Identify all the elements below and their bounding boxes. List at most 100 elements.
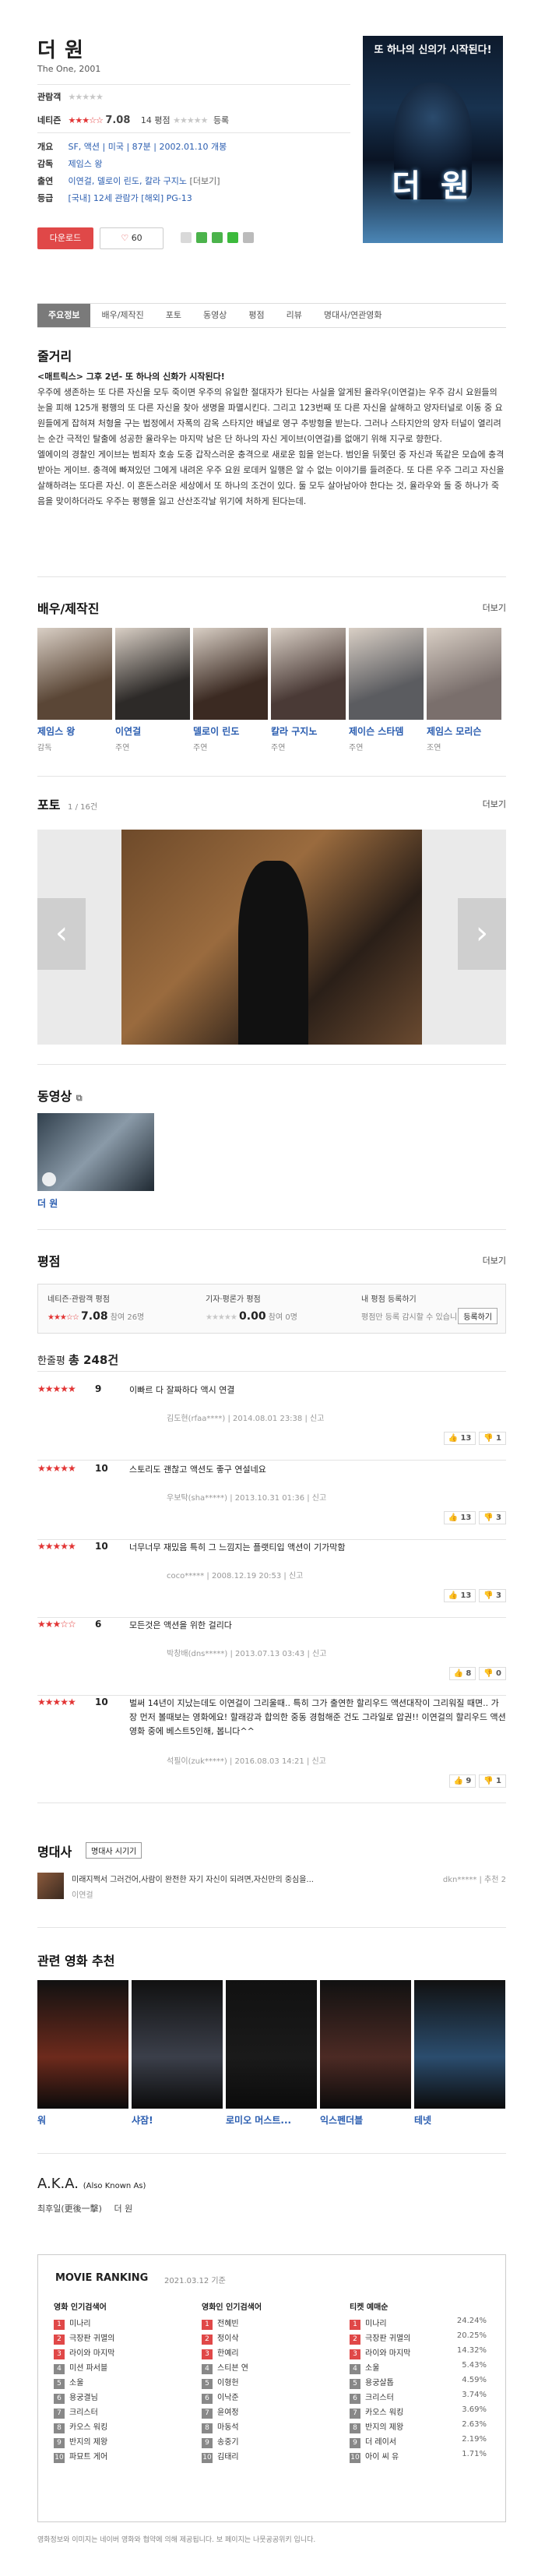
director-link[interactable]: 제임스 왕	[69, 159, 103, 169]
cast-photo[interactable]	[37, 628, 112, 720]
photo-more-link[interactable]: 더보기	[483, 798, 506, 810]
related-poster[interactable]	[414, 1980, 505, 2109]
rank-title[interactable]: 극장판 귀멸의	[365, 2335, 410, 2343]
rank-title[interactable]: 윤여정	[217, 2409, 239, 2417]
ranking-row[interactable]: 10 아이 씨 유 1.71%	[350, 2450, 490, 2465]
related-item[interactable]: 로미오 머스트...	[226, 1980, 317, 2127]
rank-title[interactable]: 더 레이서	[365, 2438, 396, 2447]
ranking-row[interactable]: 3 라이와 마지막	[54, 2346, 194, 2361]
next-arrow-icon[interactable]: ›	[458, 898, 506, 970]
ranking-row[interactable]: 9 더 레이서 2.19%	[350, 2435, 490, 2450]
play-icon[interactable]	[42, 1172, 56, 1186]
photo-main-image[interactable]	[121, 830, 422, 1045]
rank-title[interactable]: 용궁결님	[69, 2394, 98, 2402]
ranking-row[interactable]: 7 카오스 워킹 3.69%	[350, 2405, 490, 2420]
video-item-title[interactable]: 더 원	[37, 1196, 58, 1210]
rank-title[interactable]: 라이와 마지막	[69, 2349, 114, 2358]
ranking-row[interactable]: 2 정이삭	[202, 2331, 342, 2346]
downvote-button[interactable]: 👎 1	[479, 1432, 506, 1445]
related-poster[interactable]	[37, 1980, 128, 2109]
cast-item[interactable]: 델로이 린도 주연	[193, 628, 268, 752]
rank-title[interactable]: 반지의 제왕	[365, 2423, 403, 2432]
quote-item[interactable]: 미래지쩍서 그러건어,사람이 완전한 자기 자신이 되려면,자신만의 중심을..…	[37, 1871, 506, 1905]
upvote-button[interactable]: 👍 13	[443, 1432, 476, 1445]
cast-more-link[interactable]: [더보기]	[190, 176, 220, 186]
share-icon[interactable]	[181, 232, 192, 243]
rank-title[interactable]: 송중기	[217, 2438, 239, 2447]
ranking-row[interactable]: 9 송중기	[202, 2435, 342, 2450]
tab-main-info[interactable]: 주요정보	[37, 304, 91, 327]
ranking-row[interactable]: 10 파묘트 게어	[54, 2450, 194, 2465]
movie-poster[interactable]: 또 하나의 신의가 시작된다! 더 원	[363, 36, 503, 243]
rank-title[interactable]: 크리스터	[365, 2394, 394, 2402]
cast-photo[interactable]	[193, 628, 268, 720]
rank-title[interactable]: 마동석	[217, 2423, 239, 2432]
upvote-button[interactable]: 👍 9	[448, 1774, 476, 1788]
downvote-button[interactable]: 👎 1	[479, 1774, 506, 1788]
upvote-button[interactable]: 👍 13	[443, 1511, 476, 1524]
cast-item[interactable]: 이연걸 주연	[115, 628, 190, 752]
link-icon[interactable]	[243, 232, 254, 243]
cast-name[interactable]: 제임스 왕	[37, 724, 112, 738]
rank-title[interactable]: 김태리	[217, 2453, 239, 2461]
downvote-button[interactable]: 👎 0	[479, 1667, 506, 1680]
ranking-row[interactable]: 6 크리스터 3.74%	[350, 2391, 490, 2405]
tab-photo[interactable]: 포토	[155, 304, 192, 327]
ranking-row[interactable]: 1 미나리	[54, 2317, 194, 2331]
review-meta[interactable]: 우보탁(sha*****) | 2013.10.31 01:36 | 신고	[167, 1491, 326, 1503]
review-meta[interactable]: 김도현(rfaa****) | 2014.08.01 23:38 | 신고	[167, 1411, 324, 1423]
upvote-button[interactable]: 👍 8	[448, 1667, 476, 1680]
rank-title[interactable]: 카오스 워킹	[69, 2423, 107, 2432]
ranking-row[interactable]: 10 김태리	[202, 2450, 342, 2465]
band-icon[interactable]	[212, 232, 223, 243]
naver-icon[interactable]	[196, 232, 207, 243]
related-title[interactable]: 테넷	[414, 2113, 505, 2127]
cast-item[interactable]: 제이슨 스타뎀 주연	[349, 628, 424, 752]
ranking-row[interactable]: 2 극장판 귀멸의 20.25%	[350, 2331, 490, 2346]
related-poster[interactable]	[132, 1980, 223, 2109]
cast-name[interactable]: 칼라 구지노	[271, 724, 346, 738]
cast-item[interactable]: 제임스 모리슨 조연	[427, 628, 501, 752]
tab-quotes[interactable]: 명대사/연관영화	[313, 304, 393, 327]
ranking-row[interactable]: 5 용궁살톱 4.59%	[350, 2376, 490, 2391]
tab-rating[interactable]: 평점	[237, 304, 275, 327]
line-icon[interactable]	[227, 232, 238, 243]
ranking-row[interactable]: 1 전혜빈	[202, 2317, 342, 2331]
rank-title[interactable]: 파묘트 게어	[69, 2453, 107, 2461]
cast-name[interactable]: 델로이 린도	[193, 724, 268, 738]
rank-title[interactable]: 용궁살톱	[365, 2379, 394, 2387]
rank-title[interactable]: 라이와 마지막	[365, 2349, 410, 2358]
ranking-row[interactable]: 2 극장판 귀멸의	[54, 2331, 194, 2346]
related-title[interactable]: 워	[37, 2113, 128, 2127]
rank-title[interactable]: 미나리	[365, 2320, 387, 2328]
ranking-row[interactable]: 8 반지의 제왕 2.63%	[350, 2420, 490, 2435]
rank-title[interactable]: 정이삭	[217, 2335, 239, 2343]
review-meta[interactable]: coco***** | 2008.12.19 20:53 | 신고	[167, 1569, 303, 1580]
rank-title[interactable]: 카오스 워킹	[365, 2409, 403, 2417]
related-title[interactable]: 샤잠!	[132, 2113, 223, 2127]
rating-more-link[interactable]: 더보기	[483, 1254, 506, 1267]
tab-video[interactable]: 동영상	[192, 304, 237, 327]
rank-title[interactable]: 아이 씨 유	[365, 2453, 399, 2461]
cast-photo[interactable]	[349, 628, 424, 720]
new-window-icon[interactable]: ⧉	[76, 1093, 83, 1103]
ranking-row[interactable]: 4 스티븐 연	[202, 2361, 342, 2376]
rank-title[interactable]: 스티븐 연	[217, 2364, 248, 2373]
ranking-row[interactable]: 4 소울 5.43%	[350, 2361, 490, 2376]
ranking-row[interactable]: 8 마동석	[202, 2420, 342, 2435]
video-thumbnail[interactable]	[37, 1113, 154, 1191]
downvote-button[interactable]: 👎 3	[479, 1589, 506, 1602]
prev-arrow-icon[interactable]: ‹	[37, 898, 86, 970]
ranking-row[interactable]: 7 크리스터	[54, 2405, 194, 2420]
rank-title[interactable]: 한예리	[217, 2349, 239, 2358]
quotes-button[interactable]: 명대사 시기기	[86, 1842, 142, 1859]
rank-title[interactable]: 전혜빈	[217, 2320, 239, 2328]
cast-photo[interactable]	[115, 628, 190, 720]
grade-value[interactable]: [국내] 12세 관람가 [해외] PG-13	[69, 193, 192, 203]
ranking-row[interactable]: 1 미나리 24.24%	[350, 2317, 490, 2331]
related-poster[interactable]	[320, 1980, 411, 2109]
rank-title[interactable]: 미나리	[69, 2320, 91, 2328]
cast-more-link[interactable]: 더보기	[483, 601, 506, 614]
ranking-row[interactable]: 4 미션 파서블	[54, 2361, 194, 2376]
downvote-button[interactable]: 👎 3	[479, 1511, 506, 1524]
